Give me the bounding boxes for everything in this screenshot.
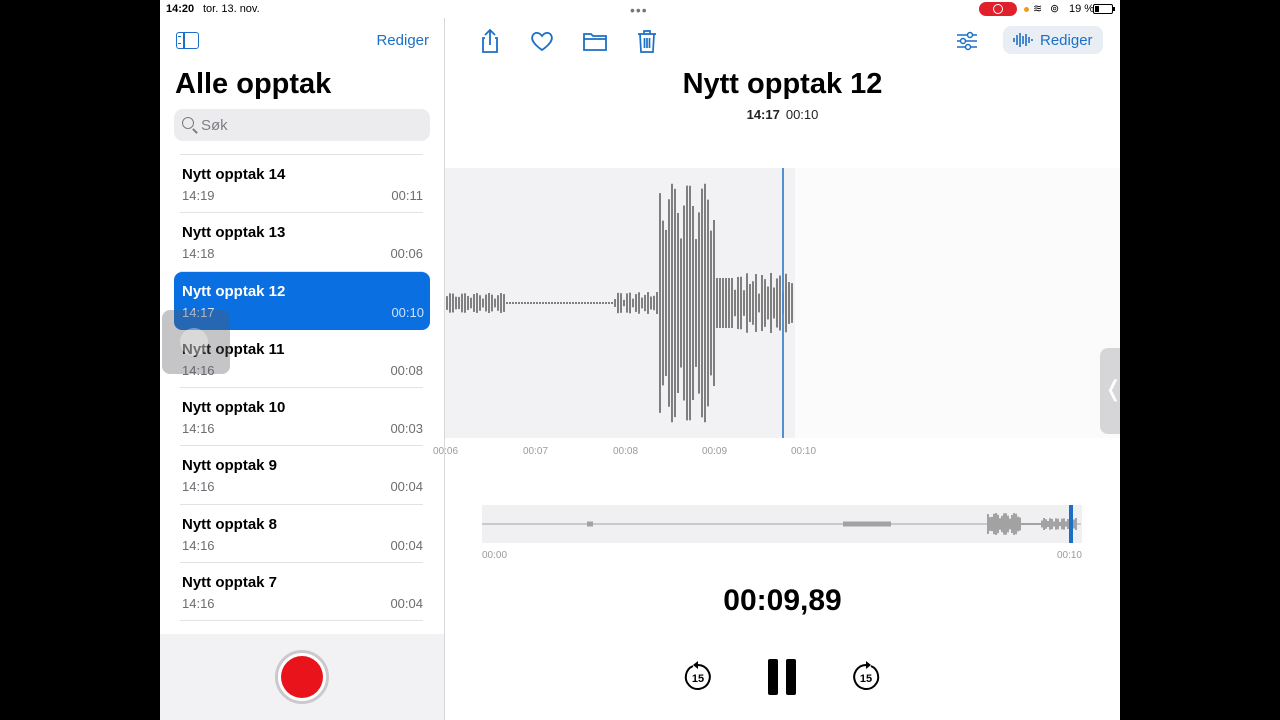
search-input[interactable]	[201, 114, 421, 136]
recording-duration: 00:10	[785, 107, 819, 122]
chevron-left-icon: ❬	[1104, 376, 1120, 402]
battery-icon	[1093, 4, 1115, 14]
recording-name: Nytt opptak 10	[182, 399, 286, 417]
trash-icon	[638, 30, 656, 53]
sidebar-toggle-icon[interactable]	[176, 32, 199, 49]
recording-duration: 00:06	[390, 246, 423, 262]
list-item[interactable]: Nytt opptak 8 14:16 00:04	[180, 505, 423, 564]
record-bar	[160, 634, 444, 720]
list-item[interactable]: Nytt opptak 14 14:19 00:11	[180, 155, 423, 214]
recording-duration: 00:11	[391, 188, 423, 203]
share-button[interactable]	[475, 26, 505, 56]
orientation-lock-icon: ⊚	[1050, 3, 1060, 15]
list-item[interactable]: Nytt opptak 10 14:16 00:03	[180, 388, 423, 447]
ruler-tick-label: 00:07	[523, 446, 549, 457]
folder-icon	[583, 33, 607, 51]
overview-waveform[interactable]	[482, 505, 1082, 543]
recording-time: 14:18	[182, 246, 215, 262]
mic-indicator-icon	[1024, 7, 1029, 12]
assistive-touch-button[interactable]	[162, 310, 230, 374]
skip-back-15-icon: 15	[684, 661, 711, 690]
list-item[interactable]: Nytt opptak 7 14:16 00:04	[180, 563, 423, 622]
pause-button[interactable]	[768, 659, 796, 695]
recording-name: Nytt opptak 7	[182, 574, 278, 592]
overview-start-time: 00:00	[482, 550, 508, 561]
share-icon	[482, 28, 498, 53]
waveform-icon	[1013, 33, 1033, 47]
ruler-tick-label: 00:08	[613, 446, 639, 457]
overview-end-time: 00:10	[1056, 550, 1082, 561]
recording-time: 14:17	[746, 107, 780, 122]
recordings-list: Nytt opptak 14 14:19 00:11 Nytt opptak 13 14…	[160, 154, 445, 634]
recording-duration: 00:03	[390, 421, 423, 437]
status-time: 14:20	[166, 3, 195, 15]
playback-timer: 00:09,89	[723, 584, 842, 617]
recording-time: 14:16	[182, 596, 215, 612]
options-button[interactable]	[954, 28, 980, 54]
recording-title[interactable]: Nytt opptak 12	[445, 68, 1120, 101]
sidebar-edit-button[interactable]: Rediger	[376, 32, 429, 49]
recording-duration: 00:08	[390, 362, 423, 378]
status-date: tor. 13. nov.	[203, 3, 260, 15]
recording-duration: 00:10	[391, 304, 424, 320]
recording-time: 14:16	[182, 537, 215, 553]
delete-button[interactable]	[632, 26, 662, 56]
screen-recording-icon[interactable]	[979, 2, 1017, 16]
favorite-button[interactable]	[527, 26, 557, 56]
recording-name: Nytt opptak 14	[182, 166, 286, 183]
skip-back-label: 15	[692, 673, 704, 685]
recording-name: Nytt opptak 9	[182, 457, 278, 475]
detail-waveform[interactable]	[445, 168, 1120, 438]
recording-name: Nytt opptak 12	[182, 282, 286, 300]
list-item[interactable]: Nytt opptak 13 14:18 00:06	[180, 213, 423, 272]
recording-time: 14:16	[182, 421, 215, 437]
ruler-tick-label: 00:06	[433, 446, 459, 457]
battery-percentage: 19 %	[1069, 3, 1095, 15]
recording-time: 14:16	[182, 479, 215, 495]
ruler-tick-label: 00:10	[791, 446, 817, 457]
page-title: Alle opptak	[175, 68, 332, 100]
recording-name: Nytt opptak 8	[182, 515, 278, 533]
skip-forward-15-icon: 15	[853, 661, 880, 690]
recording-duration: 00:04	[390, 596, 423, 612]
multitask-dots-icon[interactable]: •••	[630, 2, 648, 18]
heart-icon	[531, 31, 553, 52]
search-icon	[182, 117, 194, 129]
skip-forward-button[interactable]: 15	[849, 660, 883, 699]
skip-back-button[interactable]: 15	[681, 660, 715, 699]
recording-duration: 00:04	[390, 537, 423, 553]
list-item[interactable]: Nytt opptak 9 14:16 00:04	[180, 446, 423, 505]
recording-meta: 14:17 00:10	[445, 107, 1120, 122]
ruler-tick-label: 00:09	[702, 446, 728, 457]
recording-name: Nytt opptak 13	[182, 224, 286, 242]
search-field[interactable]	[174, 109, 430, 141]
recording-detail: Rediger Nytt opptak 12 14:17 00:10 00:06 0…	[433, 18, 1120, 720]
recording-time: 14:19	[182, 188, 215, 203]
edit-recording-label: Rediger	[1040, 32, 1093, 49]
record-button[interactable]	[275, 650, 329, 704]
recordings-sidebar: Rediger Alle opptak Nytt opptak 14 14:19 0…	[160, 18, 445, 720]
edit-recording-button[interactable]: Rediger	[1003, 26, 1103, 54]
folder-button[interactable]	[580, 26, 610, 56]
skip-forward-label: 15	[860, 673, 872, 685]
side-handle[interactable]: ❬	[1100, 348, 1120, 434]
wifi-icon: ≋	[1033, 3, 1043, 15]
status-bar: 14:20 tor. 13. nov. ••• ≋ ⊚ 19 %	[160, 0, 1120, 18]
recording-duration: 00:04	[390, 479, 423, 495]
screen: 14:20 tor. 13. nov. ••• ≋ ⊚ 19 % Rediger…	[160, 0, 1120, 720]
time-ruler: 00:06 00:07 00:08 00:09 00:10	[433, 446, 1120, 460]
sliders-icon	[957, 31, 977, 51]
